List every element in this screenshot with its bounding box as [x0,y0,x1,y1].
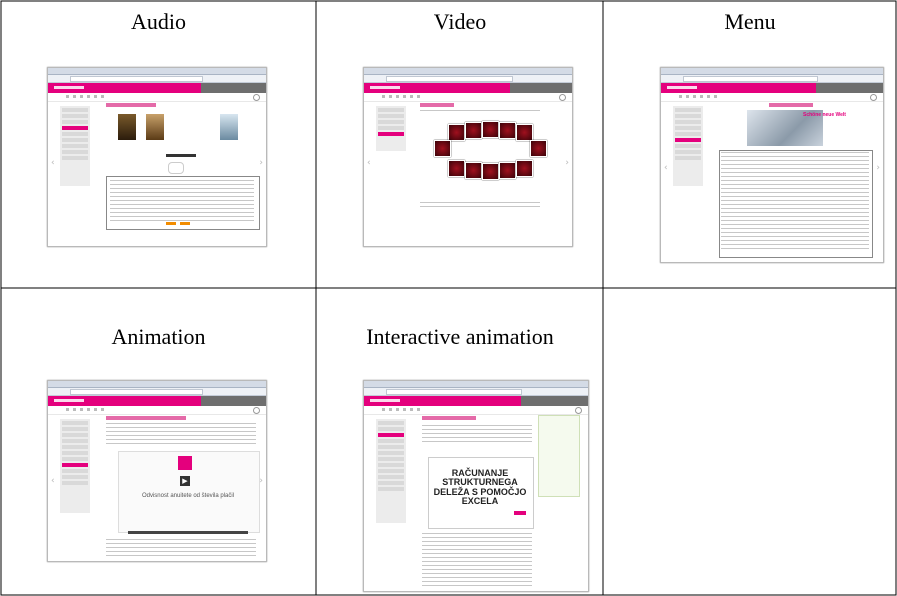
screenshot-video: ‹ › [363,67,573,247]
comparison-grid: Audio ‹ › Video ‹ › Menu Schöne neue Wel… [0,0,897,596]
cell-menu: Menu Schöne neue Welt ‹ › [604,1,896,288]
cell-interactive-animation: Interactive animation RAČUNANJE STRUKTUR… [317,289,603,595]
label-audio: Audio [131,9,186,34]
label-interactive-animation: Interactive animation [366,324,554,349]
screenshot-interactive-animation: RAČUNANJE STRUKTURNEGA DELEŽA S POMOČJO … [363,380,589,592]
screenshot-menu: Schöne neue Welt ‹ › [660,67,884,263]
screenshot-audio: ‹ › [47,67,267,247]
label-animation: Animation [111,324,206,349]
cell-video: Video ‹ › [317,1,603,288]
label-menu: Menu [724,9,776,34]
cell-audio: Audio ‹ › [1,1,316,288]
cell-animation: Animation ▶ Odvisnost anuitete od števil… [1,289,316,595]
label-video: Video [433,9,487,34]
screenshot-animation: ▶ Odvisnost anuitete od števila plačil ‹… [47,380,267,562]
